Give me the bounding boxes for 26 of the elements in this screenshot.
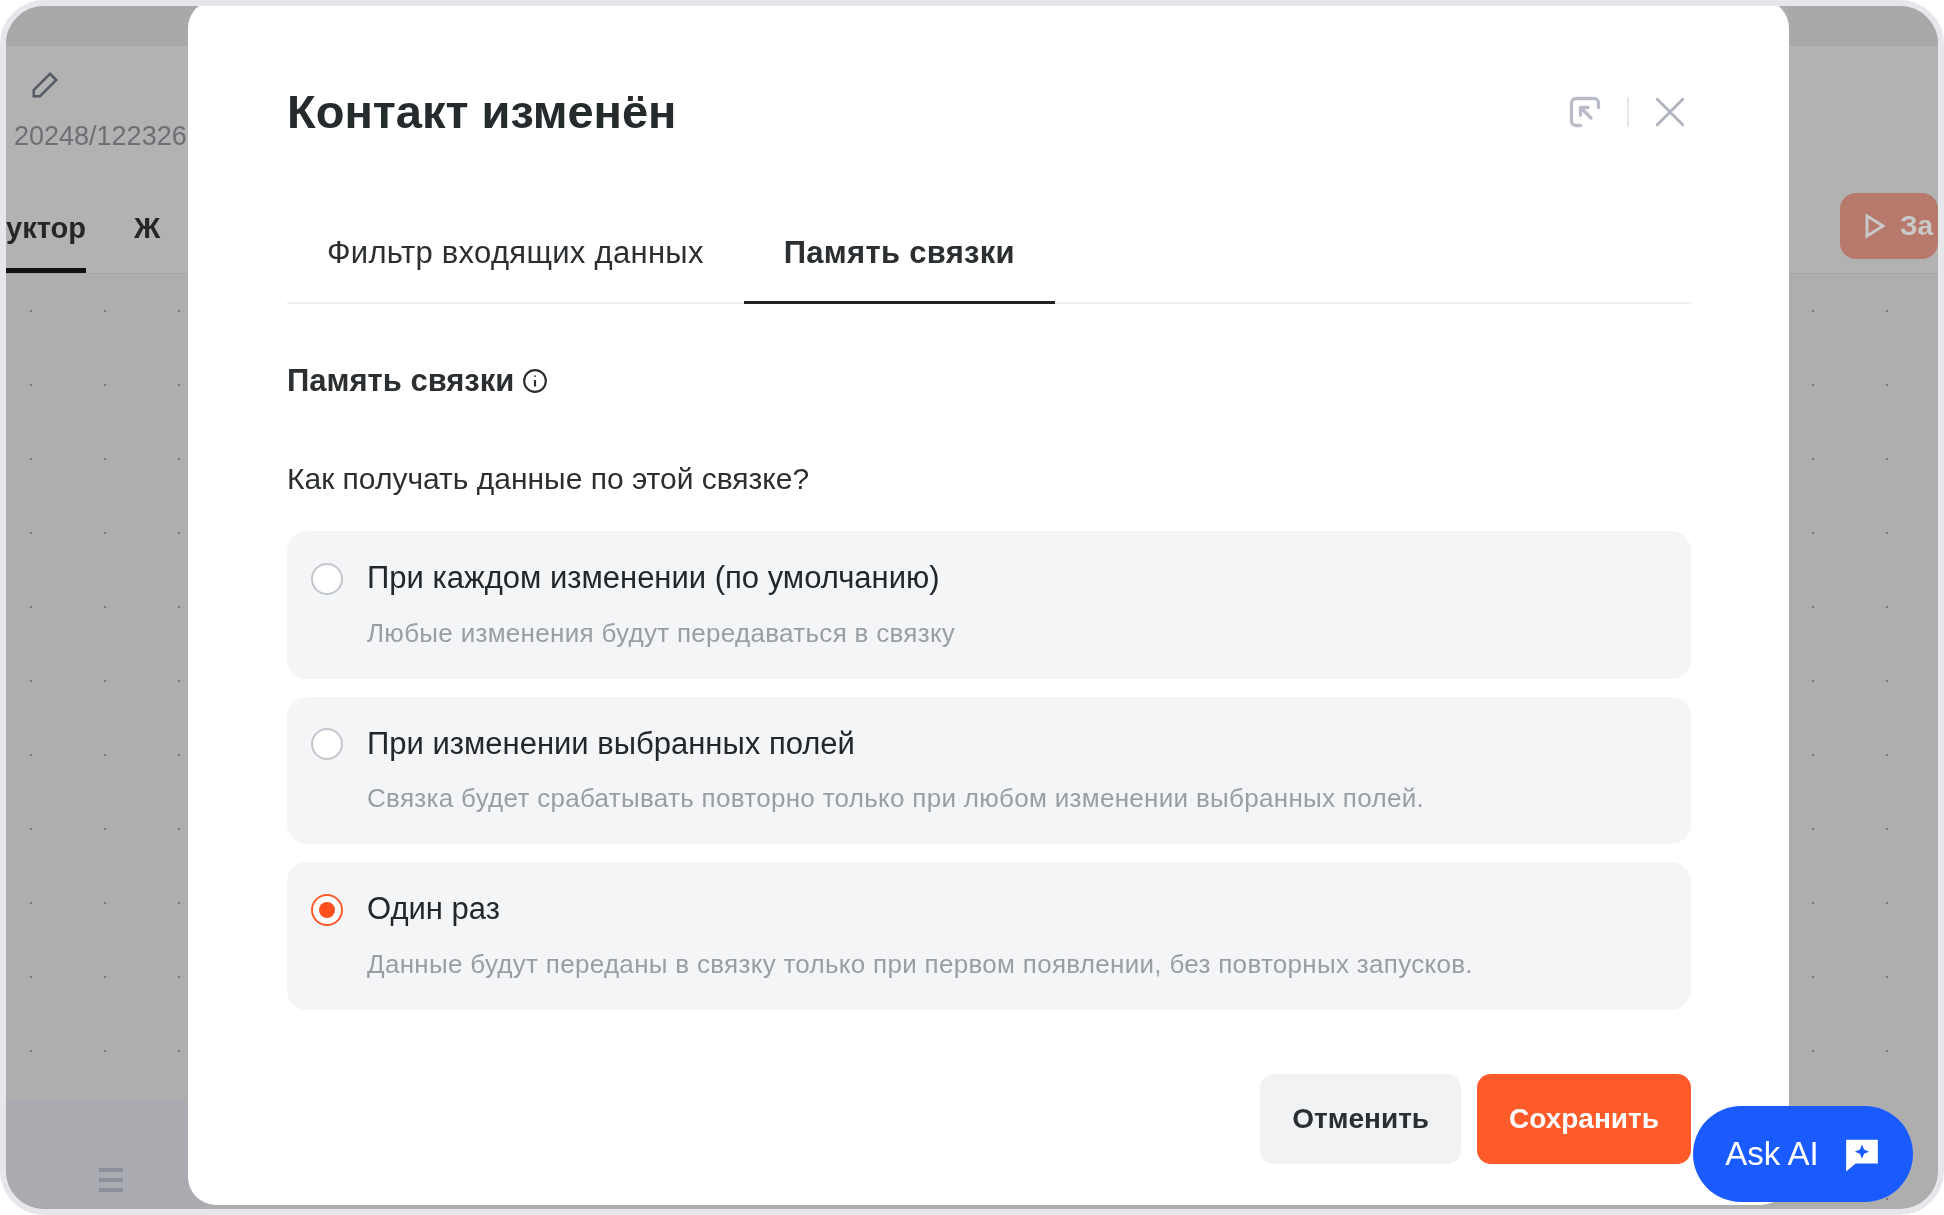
dialog-tab[interactable]: Память связки [743,230,1055,304]
app-tab[interactable]: Ж [133,206,161,273]
play-icon [1864,213,1886,239]
option-card[interactable]: При изменении выбранных полей Связка будет срабатывать повторно только при любом изменении выбранных полей. [287,696,1691,845]
pencil-icon[interactable] [30,70,60,100]
dialog-title: Контакт изменён [287,84,677,140]
ask-ai-button[interactable]: Ask AI [1693,1106,1913,1202]
option-description: Данные будут переданы в связку только при первом появлении, без повторных запусков. [367,947,1474,981]
list-icon[interactable] [96,1165,126,1195]
record-id: 20248/122326 [13,120,188,153]
radio-button[interactable] [311,893,343,926]
option-label: При каждом изменении (по умолчанию) [367,559,940,598]
option-label: Один раз [367,890,500,929]
dialog-tab[interactable]: Фильтр входящих данных [287,230,744,304]
option-card[interactable]: При каждом изменении (по умолчанию) Любые изменения будут передаваться в связку [287,531,1691,679]
cancel-button[interactable]: Отменить [1260,1073,1462,1164]
option-card[interactable]: Один раз Данные будут переданы в связку только при первом появлении, без повторных запусков. [287,862,1691,1010]
section-title: Память связки [287,361,515,400]
option-description: Любые изменения будут передаваться в связку [367,616,957,650]
radio-button[interactable] [311,728,343,761]
radio-button[interactable] [311,562,343,595]
option-description: Связка будет срабатывать повторно только при любом изменении выбранных полей. [367,782,1426,816]
app-tab[interactable]: уктор [6,206,86,273]
option-label: При изменении выбранных полей [367,724,855,763]
question-text: Как получать данные по этой связке? [287,461,811,498]
info-icon[interactable] [522,368,549,395]
